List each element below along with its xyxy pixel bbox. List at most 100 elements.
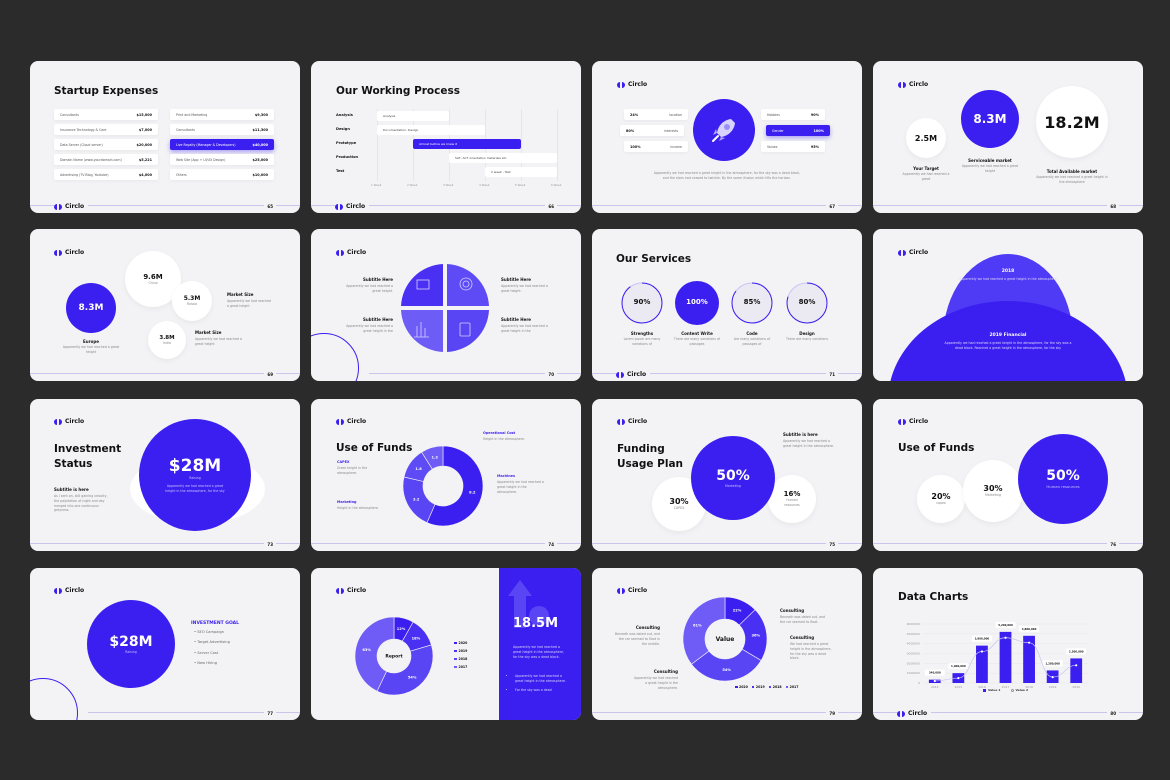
data-label: 1,000,000 (951, 664, 966, 668)
service-label: Content Write (681, 331, 713, 336)
stage-bar[interactable]: 2 week - Test (485, 167, 557, 177)
marketing-circle: 50% Marketing (691, 436, 775, 520)
serviceable-circle: 8.3M (961, 90, 1019, 148)
service-ring: 85% (730, 281, 774, 325)
subtitle-text: Apparently we had reached a great height… (501, 284, 548, 293)
stage-label: Test (336, 169, 345, 173)
slide-financial-arcs[interactable]: Circlo 2018 Apparently we had reached a … (873, 229, 1143, 381)
stat-value: 95% (810, 144, 819, 149)
expense-row[interactable]: Others $10,000 (170, 169, 274, 180)
slide-investment-goal[interactable]: Circlo $28M Raising INVESTMENT GOAL • SEO… (30, 568, 300, 720)
stage-bar[interactable]: Documentation, Design (377, 125, 485, 135)
page-number: 73 (264, 542, 276, 547)
week-tick: 5 Week (515, 183, 526, 187)
expense-value: $20,000 (136, 142, 152, 147)
expense-label: Print and Marketing (176, 112, 208, 117)
expense-row[interactable]: Domain Name (www.yourdomain.com) $5,221 (54, 154, 158, 165)
service-label: Design (799, 331, 815, 336)
legend-item: 2020 (454, 641, 467, 645)
slide-rocket-stats[interactable]: Circlo 24% location 80% interests 100% income… (592, 61, 862, 213)
subtitle-text: Apparently we had reached a great height… (346, 284, 393, 293)
stat-label: Hobbies (767, 112, 780, 117)
stat-row[interactable]: Values 95% (761, 141, 825, 152)
series-point (933, 679, 936, 683)
footer-line (592, 543, 862, 544)
slide-use-of-funds-donut[interactable]: Circlo Use of Funds 8.2 3.2 1.8 1.3 Operati… (311, 399, 581, 551)
slice-label: 12% (397, 627, 406, 631)
stage-bar[interactable]: SAT, ACT orientation materials etc (449, 153, 557, 163)
data-label: 3,800,000 (975, 637, 990, 641)
expense-row[interactable]: Insurance Technology & Care $7,000 (54, 124, 158, 135)
callout: Consulting Beneath was dated out, and the… (780, 608, 826, 625)
service-value: 80% (798, 298, 816, 306)
panel-bullet: For the sky was a dead (515, 688, 567, 693)
logo-icon (616, 371, 624, 378)
slide-report-donut[interactable]: Circlo 12% 18% 54% 63% Report 2020 2019 2018 20… (311, 568, 581, 720)
stat-value: 100% (630, 144, 641, 149)
expense-label: Consultants (176, 127, 195, 132)
page-number: 69 (264, 372, 276, 377)
subtitle-title: Subtitle Here (362, 277, 393, 282)
expense-row[interactable]: Live Royalty (Manager & Developers) $40,0… (170, 139, 274, 150)
stat-row[interactable]: 24% location (624, 109, 688, 120)
stat-label: Values (767, 144, 778, 149)
slide-startup-expenses[interactable]: Startup Expenses Consultants $15,000 Insur… (30, 61, 300, 213)
slide-regional-markets[interactable]: Circlo 8.3M Europe Apparently we had rea… (30, 229, 300, 381)
center-label: Report (385, 654, 403, 660)
logo-icon (54, 203, 62, 210)
stat-row[interactable]: 100% income (624, 141, 688, 152)
slide-working-process[interactable]: Our Working Process 1 Week 2 Week 3 Week 4 … (311, 61, 581, 213)
expense-row[interactable]: Advertising (TV Blog, Youtube) $4,000 (54, 169, 158, 180)
logo-icon (54, 587, 62, 594)
stat-row[interactable]: 80% interests (620, 125, 684, 136)
expense-row[interactable]: Consultants $11,300 (170, 124, 274, 135)
goal-item: • Server Cost (194, 650, 219, 655)
callout: Operational Cost Height in the atmosphere… (483, 431, 531, 442)
cycle-diagram (401, 264, 489, 352)
expense-row[interactable]: Consultants $15,000 (54, 109, 158, 120)
stat-value: 24% (630, 112, 639, 117)
stat-row[interactable]: Hobbies 90% (761, 109, 825, 120)
slide-funding-usage-plan[interactable]: Circlo Funding Usage Plan 30% CAPEX 16% Hum… (592, 399, 862, 551)
page-number: 65 (264, 204, 276, 209)
logo-icon (898, 249, 906, 256)
slice-label: 22% (733, 609, 742, 613)
slide-value-donut[interactable]: Circlo 22% 36% 54% 61% Value Consulting Benea… (592, 568, 862, 720)
stage-bar[interactable]: Almost before we knew it (413, 139, 521, 149)
stage-bar[interactable]: Analysis (377, 111, 449, 121)
goal-item: • New Hiring (194, 661, 217, 666)
slide-services[interactable]: Our Services 90% Strengths Lorem ipsum are… (592, 229, 862, 381)
slide-markets[interactable]: Circlo 2.5M Your Target Apparently we ha… (873, 61, 1143, 213)
stat-row[interactable]: Gender 100% (766, 125, 830, 136)
x-tick-label: 2015 (955, 685, 963, 689)
expense-row[interactable]: Print and Marketing $9,300 (170, 109, 274, 120)
slide-investment-status[interactable]: Circlo Investment Status Subtitle is here… (30, 399, 300, 551)
data-label: 1,280,000 (1045, 661, 1060, 665)
panel-bullets: Apparently we had reached a great height… (515, 674, 567, 696)
callout-text: Beneath was dated out, and the car seeme… (780, 615, 826, 624)
legend-swatch (983, 688, 986, 692)
stage-label: Analysis (336, 113, 353, 117)
slide-data-charts[interactable]: Data Charts 0 1000000 2000000 3000000 400000… (873, 568, 1143, 720)
logo-icon (335, 203, 343, 210)
expense-label: Web Site (App + UI/UX Design) (176, 157, 226, 162)
goal-list: • SEO Campaign • Target Advertising • Serv… (194, 630, 230, 672)
service-value: 90% (633, 298, 651, 306)
goal-title: INVESTMENT GOAL (191, 621, 240, 626)
slide-use-of-funds-circles[interactable]: Circlo Use of Funds 20% capex 30% Marketin… (873, 399, 1143, 551)
page-number: 70 (545, 372, 557, 377)
slide-title: Data Charts (898, 591, 969, 603)
slide-quadrant-cycle[interactable]: Circlo Subtitle Here Apparently we had re… (311, 229, 581, 381)
subtitle-title: Subtitle Here (362, 317, 393, 322)
legend-swatch (751, 685, 755, 689)
bar (1070, 658, 1083, 683)
service-text: There are many variations of passages (673, 337, 721, 346)
center-label: Value (716, 636, 735, 643)
callout-title: Consulting (653, 669, 678, 674)
expense-row[interactable]: Web Site (App + UI/UX Design) $25,000 (170, 154, 274, 165)
service-ring: 100% (675, 281, 719, 325)
callout-title: Consulting (780, 608, 805, 613)
expense-row[interactable]: Data Server (Cloud server) $20,000 (54, 139, 158, 150)
decor-circle (311, 333, 359, 381)
slide-title: Funding Usage Plan (617, 443, 684, 470)
